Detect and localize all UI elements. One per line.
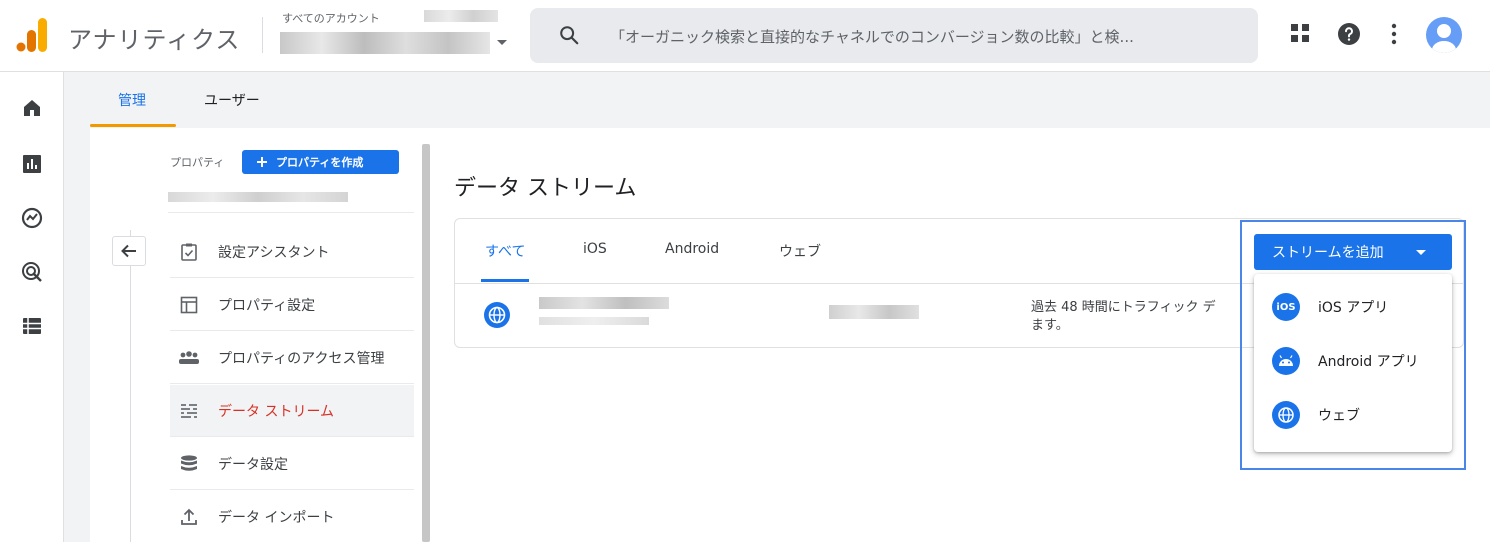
configure-list-icon[interactable] <box>20 314 44 338</box>
tab-admin[interactable]: 管理 <box>118 90 146 110</box>
nav-item-setup-assistant[interactable]: 設定アシスタント <box>170 226 414 278</box>
nav-item-property-settings[interactable]: プロパティ設定 <box>170 279 414 331</box>
property-separator <box>168 212 414 213</box>
globe-icon <box>1272 401 1300 429</box>
admin-tabs: 管理 ユーザー <box>64 72 1490 128</box>
top-bar: アナリティクス すべてのアカウント 「オーガニック検索と直接的なチャネルでのコン… <box>0 0 1490 72</box>
menu-item-label: iOS アプリ <box>1318 300 1389 316</box>
menu-item-ios-app[interactable]: iOS iOS アプリ <box>1254 280 1452 334</box>
account-dropdown-caret-icon[interactable] <box>497 40 507 45</box>
stream-status-text: 過去 48 時間にトラフィック デ ます。 <box>1031 299 1261 335</box>
account-name-redacted <box>424 10 498 22</box>
create-property-label: プロパティを作成 <box>276 157 364 169</box>
create-property-button[interactable]: プロパティを作成 <box>242 150 399 174</box>
property-name-redacted[interactable] <box>168 192 348 202</box>
stream-icon <box>178 400 200 422</box>
nav-item-property-access[interactable]: プロパティのアクセス管理 <box>170 332 414 384</box>
nav-item-data-settings[interactable]: データ設定 <box>170 438 414 490</box>
back-button[interactable] <box>112 236 146 266</box>
plus-icon <box>257 157 267 167</box>
stream-status-line: 過去 48 時間にトラフィック デ <box>1031 300 1216 315</box>
checklist-icon <box>178 241 200 263</box>
nav-item-data-streams[interactable]: データ ストリーム <box>170 385 414 437</box>
explore-icon[interactable] <box>20 206 44 230</box>
home-icon[interactable] <box>20 96 44 120</box>
advertising-icon[interactable] <box>20 260 44 284</box>
nav-item-data-import[interactable]: データ インポート <box>170 491 414 542</box>
ios-icon: iOS <box>1272 293 1300 321</box>
filter-tab-web[interactable]: ウェブ <box>779 241 821 261</box>
account-selector-label: すべてのアカウント <box>282 12 380 25</box>
add-stream-caret-icon <box>1416 250 1426 255</box>
search-bar[interactable]: 「オーガニック検索と直接的なチャネルでのコンバージョン数の比較」と検... <box>530 8 1258 63</box>
active-tab-indicator <box>90 124 176 127</box>
nav-item-label: 設定アシスタント <box>218 244 330 261</box>
people-icon <box>178 347 200 369</box>
stream-status-tail: ます。 <box>1031 318 1069 333</box>
menu-item-label: Android アプリ <box>1318 354 1419 370</box>
layout-icon <box>178 294 200 316</box>
database-icon <box>178 453 200 475</box>
person-icon <box>1432 24 1456 53</box>
arrow-back-icon <box>121 244 136 258</box>
stream-url-redacted <box>539 317 649 325</box>
nav-item-label: プロパティ設定 <box>218 297 316 314</box>
menu-item-web[interactable]: ウェブ <box>1254 388 1452 442</box>
app-title: アナリティクス <box>68 26 241 54</box>
more-vert-icon[interactable] <box>1384 22 1404 46</box>
menu-item-label: ウェブ <box>1318 408 1360 424</box>
filter-tab-all[interactable]: すべて <box>485 241 525 261</box>
stream-name-redacted[interactable] <box>539 297 669 309</box>
upload-icon <box>178 506 200 528</box>
nav-item-label: データ ストリーム <box>218 403 335 420</box>
help-icon[interactable] <box>1337 22 1361 46</box>
android-icon <box>1272 347 1300 375</box>
left-nav-rail <box>0 72 64 542</box>
account-avatar[interactable] <box>1426 17 1462 53</box>
property-column-label: プロパティ <box>170 156 225 169</box>
column-divider-line <box>130 230 131 542</box>
apps-grid-icon[interactable] <box>1289 22 1311 44</box>
add-stream-label: ストリームを追加 <box>1272 244 1384 260</box>
globe-icon <box>484 302 510 328</box>
analytics-logo-icon[interactable] <box>16 18 48 52</box>
admin-column-scrollbar[interactable] <box>422 144 430 542</box>
filter-tab-android[interactable]: Android <box>665 241 719 257</box>
stream-id-redacted <box>829 305 919 319</box>
search-icon <box>560 26 579 45</box>
nav-item-label: プロパティのアクセス管理 <box>218 350 385 367</box>
search-placeholder[interactable]: 「オーガニック検索と直接的なチャネルでのコンバージョン数の比較」と検... <box>610 26 1246 47</box>
page-title: データ ストリーム <box>454 176 637 201</box>
reports-icon[interactable] <box>20 152 44 176</box>
active-filter-indicator <box>481 279 529 282</box>
filter-tab-ios[interactable]: iOS <box>583 241 607 257</box>
tab-user[interactable]: ユーザー <box>204 90 260 110</box>
menu-item-android-app[interactable]: Android アプリ <box>1254 334 1452 388</box>
add-stream-menu: iOS iOS アプリ Android アプリ ウェブ <box>1254 274 1452 452</box>
nav-item-label: データ設定 <box>218 456 288 473</box>
property-name-redacted[interactable] <box>280 32 490 54</box>
nav-item-label: データ インポート <box>218 510 335 526</box>
header-divider <box>262 17 263 53</box>
